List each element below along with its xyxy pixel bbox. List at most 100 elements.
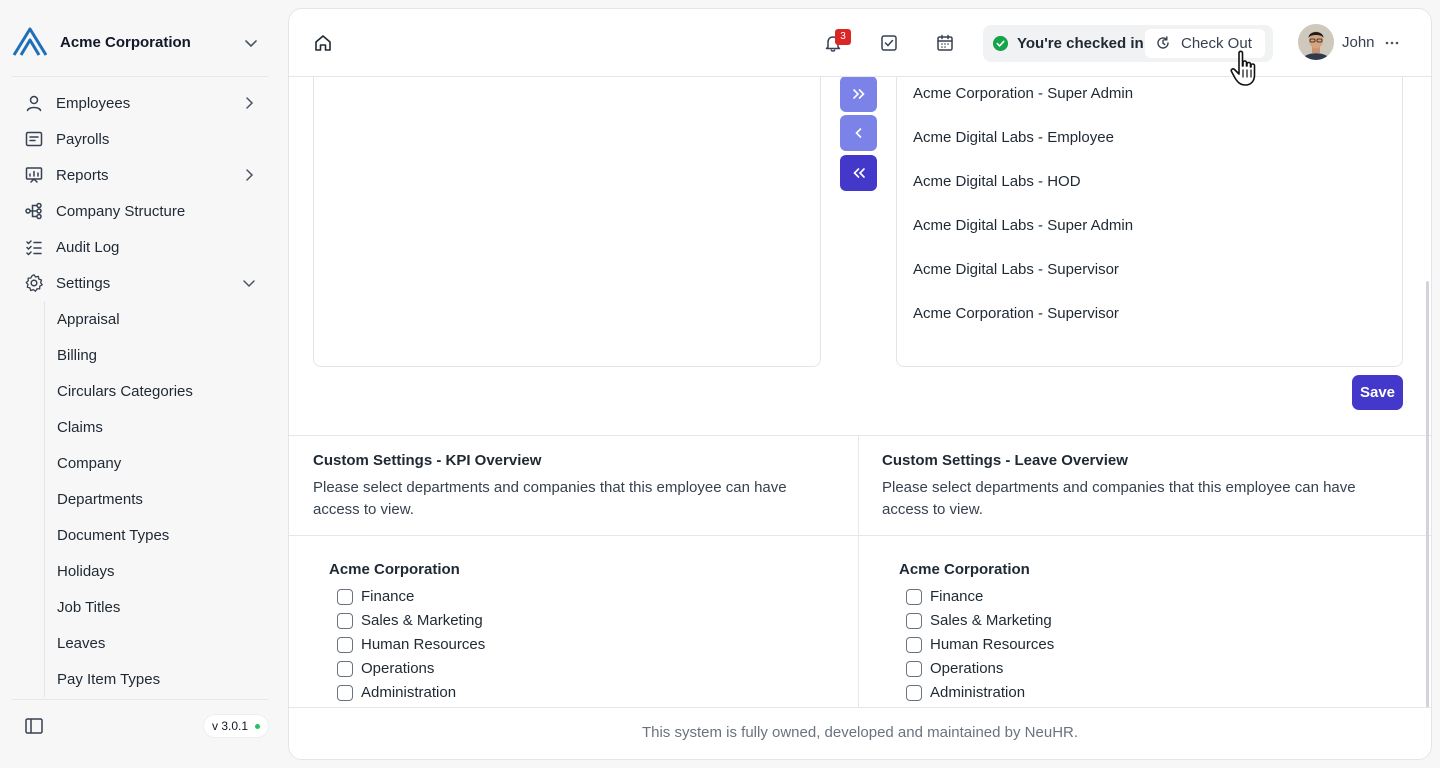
department-label: Operations [930, 660, 1004, 677]
checkbox[interactable] [337, 612, 353, 629]
company-name: Acme Corporation [329, 561, 460, 578]
leave-settings-title: Custom Settings - Leave Overview [882, 452, 1128, 469]
checkbox[interactable] [337, 660, 353, 677]
subnav-item-circulars-categories[interactable]: Circulars Categories [45, 373, 268, 409]
checkbox-row[interactable]: Finance [906, 588, 983, 605]
payroll-icon [25, 131, 43, 147]
subnav-item-claims[interactable]: Claims [45, 409, 268, 445]
nav-item-reports[interactable]: Reports [12, 157, 268, 193]
nav-item-label: Settings [56, 274, 111, 292]
checkbox[interactable] [337, 636, 353, 653]
subnav-item-billing[interactable]: Billing [45, 337, 268, 373]
scrollbar[interactable] [1426, 281, 1429, 721]
chevron-down-icon [243, 280, 255, 288]
version-badge: v 3.0.1 [203, 714, 270, 738]
department-label: Human Resources [361, 636, 486, 653]
nav-item-payrolls[interactable]: Payrolls [12, 121, 268, 157]
user-icon [26, 95, 42, 112]
checkbox-row[interactable]: Administration [906, 684, 1025, 701]
nav-item-label: Company Structure [56, 202, 186, 220]
nav-item-company-structure[interactable]: Company Structure [12, 193, 268, 229]
checkbox-row[interactable]: Human Resources [337, 636, 485, 653]
assigned-roles-list[interactable]: Acme Corporation - Super Admin Acme Digi… [896, 69, 1403, 367]
sidebar-toggle-icon[interactable] [24, 716, 44, 736]
user-name[interactable]: John [1342, 34, 1375, 51]
list-item[interactable]: Acme Digital Labs - Supervisor [913, 261, 1119, 278]
gear-icon [25, 274, 43, 292]
department-label: Administration [930, 684, 1026, 701]
list-item[interactable]: Acme Corporation - Supervisor [913, 305, 1119, 322]
checkbox[interactable] [337, 684, 353, 701]
move-left-button[interactable] [840, 115, 877, 151]
save-button[interactable]: Save [1352, 375, 1403, 410]
subnav-item-departments[interactable]: Departments [45, 481, 268, 517]
org-switcher[interactable]: Acme Corporation [12, 24, 268, 60]
department-label: Sales & Marketing [361, 612, 483, 629]
structure-icon [25, 202, 42, 220]
available-roles-list[interactable] [313, 69, 821, 367]
department-label: Finance [361, 588, 415, 605]
leave-settings-description: Please select departments and companies … [882, 479, 1356, 518]
checkbox[interactable] [906, 588, 922, 605]
more-horizontal-icon[interactable] [1382, 33, 1402, 53]
list-item[interactable]: Acme Digital Labs - Employee [913, 129, 1114, 146]
clock-arrow-icon [1157, 36, 1169, 49]
divider [289, 435, 1431, 436]
divider [858, 435, 859, 715]
move-all-right-button[interactable] [840, 76, 877, 112]
checkbox[interactable] [906, 660, 922, 677]
department-label: Sales & Marketing [930, 612, 1052, 629]
department-label: Finance [930, 588, 984, 605]
divider [12, 76, 268, 77]
checkbox-row[interactable]: Sales & Marketing [906, 612, 1052, 629]
home-icon[interactable] [313, 33, 333, 53]
department-label: Human Resources [930, 636, 1055, 653]
company-logo-icon [12, 27, 48, 56]
reports-icon [25, 167, 43, 183]
checkbox-row[interactable]: Operations [337, 660, 434, 677]
checkbox[interactable] [337, 588, 353, 605]
nav-item-settings[interactable]: Settings [12, 265, 268, 301]
user-photo-icon [1298, 24, 1334, 60]
nav-item-label: Employees [56, 94, 131, 112]
settings-subnav: Appraisal Billing Circulars Categories C… [44, 301, 268, 697]
avatar[interactable] [1298, 24, 1334, 60]
chevron-right-icon [246, 97, 254, 109]
footer: This system is fully owned, developed an… [289, 707, 1431, 759]
nav-item-audit-log[interactable]: Audit Log [12, 229, 268, 265]
calendar-icon[interactable] [935, 33, 955, 53]
main-panel: Acme Corporation - Super Admin Acme Digi… [288, 8, 1432, 760]
status-dot [255, 724, 261, 729]
subnav-item-holidays[interactable]: Holidays [45, 553, 268, 589]
kpi-settings-description: Please select departments and companies … [313, 479, 787, 518]
checkbox-row[interactable]: Sales & Marketing [337, 612, 483, 629]
subnav-item-appraisal[interactable]: Appraisal [45, 301, 268, 337]
checkbox-row[interactable]: Administration [337, 684, 456, 701]
list-item[interactable]: Acme Corporation - Super Admin [913, 85, 1133, 102]
nav-item-label: Audit Log [56, 238, 120, 256]
subnav-item-job-titles[interactable]: Job Titles [45, 589, 268, 625]
task-check-icon[interactable] [879, 33, 899, 53]
list-item[interactable]: Acme Digital Labs - HOD [913, 173, 1081, 190]
list-item[interactable]: Acme Digital Labs - Super Admin [913, 217, 1133, 234]
notification-badge: 3 [835, 29, 851, 45]
divider [289, 535, 1431, 536]
version-label: v 3.0.1 [212, 719, 249, 733]
subnav-item-company[interactable]: Company [45, 445, 268, 481]
subnav-item-document-types[interactable]: Document Types [45, 517, 268, 553]
nav-item-employees[interactable]: Employees [12, 85, 268, 121]
checkbox[interactable] [906, 612, 922, 629]
checkbox-row[interactable]: Operations [906, 660, 1003, 677]
department-label: Administration [361, 684, 457, 701]
checkbox-row[interactable]: Finance [337, 588, 414, 605]
move-all-left-button[interactable] [840, 155, 877, 191]
subnav-item-leaves[interactable]: Leaves [45, 625, 268, 661]
sidebar: Acme Corporation Employees Payrolls Repo… [0, 0, 280, 768]
checkbox-row[interactable]: Human Resources [906, 636, 1054, 653]
audit-log-icon [26, 240, 42, 256]
checkbox[interactable] [906, 684, 922, 701]
subnav-item-pay-item-types[interactable]: Pay Item Types [45, 661, 268, 697]
chevron-right-icon [246, 169, 254, 181]
chevron-down-icon[interactable] [242, 34, 260, 52]
checkbox[interactable] [906, 636, 922, 653]
